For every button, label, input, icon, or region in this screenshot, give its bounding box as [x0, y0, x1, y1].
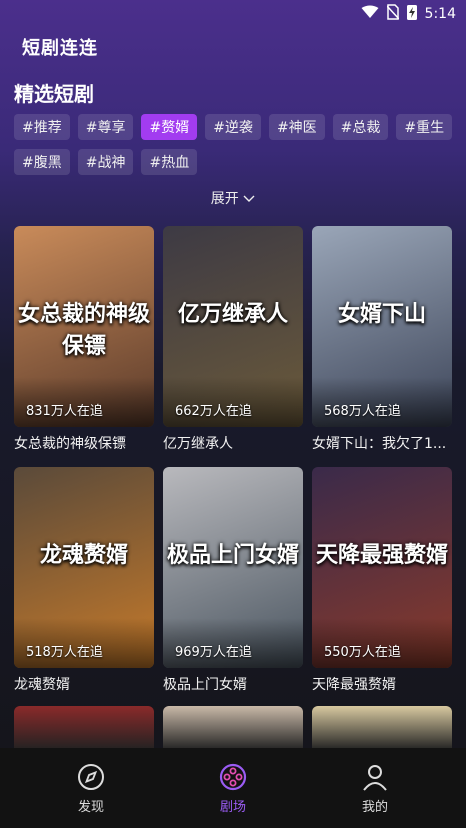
view-count: 831万人在追 — [26, 404, 103, 419]
poster-title-art: 极品上门女婿 — [166, 542, 299, 568]
tag-chip[interactable]: #战神 — [77, 149, 134, 175]
user-icon — [360, 762, 390, 792]
drama-grid: 女总裁的神级保镖 831万人在追 女总裁的神级保镖 亿万继承人 662万人在追 … — [14, 226, 454, 708]
wifi-icon — [361, 5, 379, 23]
tag-chip[interactable]: #热血 — [141, 149, 198, 175]
section-title: 精选短剧 — [14, 82, 94, 106]
nav-label: 剧场 — [219, 799, 246, 815]
nav-item[interactable]: 我的 — [325, 762, 425, 815]
drama-title[interactable]: 极品上门女婿 — [163, 668, 303, 708]
drama-grid-next-row — [14, 706, 454, 750]
tag-chip[interactable]: #逆袭 — [205, 114, 261, 140]
drama-poster-partial[interactable] — [163, 706, 303, 750]
drama-poster[interactable]: 极品上门女婿 969万人在追 — [163, 467, 303, 668]
drama-card[interactable]: 龙魂赘婿 518万人在追 龙魂赘婿 — [14, 467, 154, 708]
poster-title-art: 龙魂赘婿 — [39, 542, 128, 568]
film-reel-icon — [218, 762, 248, 792]
compass-icon — [76, 762, 106, 792]
view-count: 550万人在追 — [324, 645, 401, 660]
drama-card[interactable]: 天降最强赘婿 550万人在追 天降最强赘婿 — [312, 467, 452, 708]
poster-title-art: 天降最强赘婿 — [315, 542, 448, 568]
poster-title-art: 女总裁的神级保镖 — [17, 301, 150, 359]
drama-poster[interactable]: 女婿下山 568万人在追 — [312, 226, 452, 427]
view-count: 662万人在追 — [175, 404, 252, 419]
drama-title[interactable]: 亿万继承人 — [163, 427, 303, 467]
nav-item[interactable]: 剧场 — [183, 762, 283, 815]
tag-chip[interactable]: #总裁 — [332, 114, 389, 140]
poster-title-art: 亿万继承人 — [177, 301, 288, 327]
drama-title[interactable]: 女婿下山：我欠了1... — [312, 427, 452, 467]
nav-label: 我的 — [361, 799, 388, 815]
drama-card[interactable]: 女婿下山 568万人在追 女婿下山：我欠了1... — [312, 226, 452, 467]
tag-chip[interactable]: #推荐 — [14, 114, 70, 140]
view-count: 518万人在追 — [26, 645, 103, 660]
tag-chip[interactable]: #重生 — [396, 114, 453, 140]
view-count: 969万人在追 — [175, 645, 252, 660]
status-bar: 5:14 — [0, 0, 466, 28]
tag-chip[interactable]: #尊享 — [77, 114, 134, 140]
nav-item[interactable]: 发现 — [41, 762, 141, 815]
drama-poster[interactable]: 天降最强赘婿 550万人在追 — [312, 467, 452, 668]
drama-title[interactable]: 女总裁的神级保镖 — [14, 427, 154, 467]
app-title: 短剧连连 — [22, 38, 98, 59]
drama-poster[interactable]: 龙魂赘婿 518万人在追 — [14, 467, 154, 668]
tag-chip[interactable]: #赘婿 — [141, 114, 198, 140]
no-sim-icon — [385, 4, 400, 24]
status-time: 5:14 — [424, 6, 456, 22]
drama-title[interactable]: 龙魂赘婿 — [14, 668, 154, 708]
expand-label: 展开 — [210, 191, 239, 207]
tag-filter-list: #推荐 #尊享 #赘婿 #逆袭 #神医 #总裁 #重生 #腹黑 #战神 #热血 — [14, 114, 454, 175]
poster-title-art: 女婿下山 — [337, 301, 426, 327]
drama-poster-partial[interactable] — [14, 706, 154, 750]
drama-poster-partial[interactable] — [312, 706, 452, 750]
nav-label: 发现 — [77, 799, 104, 815]
tag-chip[interactable]: #神医 — [268, 114, 325, 140]
battery-charging-icon — [406, 4, 417, 24]
drama-title[interactable]: 天降最强赘婿 — [312, 668, 452, 708]
bottom-nav: 发现 剧场 我的 — [0, 748, 466, 828]
chevron-down-icon — [243, 191, 255, 207]
drama-poster[interactable]: 亿万继承人 662万人在追 — [163, 226, 303, 427]
tag-chip[interactable]: #腹黑 — [14, 149, 70, 175]
drama-card[interactable]: 极品上门女婿 969万人在追 极品上门女婿 — [163, 467, 303, 708]
view-count: 568万人在追 — [324, 404, 401, 419]
drama-card[interactable]: 女总裁的神级保镖 831万人在追 女总裁的神级保镖 — [14, 226, 154, 467]
drama-card[interactable]: 亿万继承人 662万人在追 亿万继承人 — [163, 226, 303, 467]
drama-poster[interactable]: 女总裁的神级保镖 831万人在追 — [14, 226, 154, 427]
expand-button[interactable]: 展开 — [0, 188, 466, 208]
